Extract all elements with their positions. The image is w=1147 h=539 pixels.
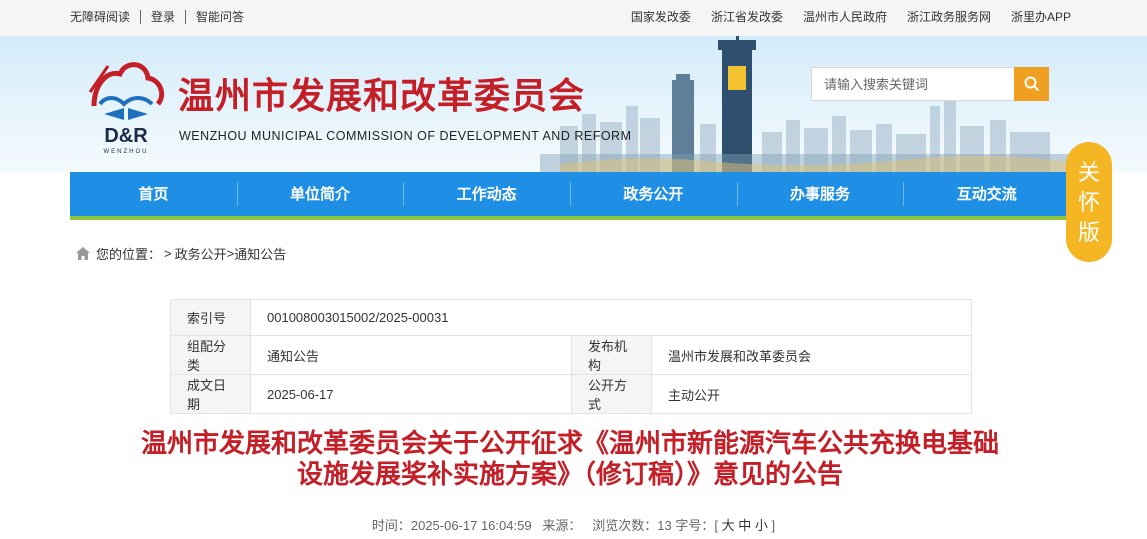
search-input[interactable] — [811, 67, 1014, 101]
font-size-small-button[interactable]: 小 — [755, 518, 768, 533]
breadcrumb-separator: > — [226, 246, 235, 261]
search-button[interactable] — [1014, 67, 1049, 101]
zj-gov-service-link[interactable]: 浙江政务服务网 — [907, 10, 991, 24]
top-bar: 无障碍阅读 登录 智能问答 国家发改委 浙江省发改委 温州市人民政府 浙江政务服… — [0, 0, 1147, 36]
site-header: D&R WENZHOU 温州市发展和改革委员会 WENZHOU MUNICIPA… — [0, 36, 1147, 172]
breadcrumb-separator: > — [164, 246, 172, 261]
site-subtitle: WENZHOU MUNICIPAL COMMISSION OF DEVELOPM… — [179, 129, 632, 143]
zhejiang-drc-link[interactable]: 浙江省发改委 — [711, 10, 783, 24]
font-size-medium-button[interactable]: 中 — [738, 518, 751, 533]
disclosure-mode-value: 主动公开 — [651, 374, 972, 414]
index-number-label: 索引号 — [170, 299, 251, 336]
care-mode-button[interactable]: 关 怀 版 — [1066, 142, 1112, 262]
table-row: 索引号 001008003015002/2025-00031 — [170, 299, 972, 336]
table-row: 组配分类 通知公告 发布机构 温州市发展和改革委员会 — [170, 335, 972, 375]
font-size-label: 字号： — [675, 518, 715, 533]
breadcrumb-item-notices[interactable]: 通知公告 — [234, 244, 286, 263]
nav-item-work-news[interactable]: 工作动态 — [403, 172, 570, 216]
article-title-line: 温州市发展和改革委员会关于公开征求《温州市新能源汽车公共充换电基础 — [140, 428, 999, 458]
publisher-value: 温州市发展和改革委员会 — [651, 335, 972, 375]
care-mode-char: 版 — [1077, 220, 1100, 245]
nav-item-interaction[interactable]: 互动交流 — [903, 172, 1070, 216]
source-label: 来源： — [542, 518, 582, 533]
nav-item-gov-disclosure[interactable]: 政务公开 — [570, 172, 737, 216]
category-label: 组配分类 — [170, 335, 251, 375]
font-size-large-button[interactable]: 大 — [722, 518, 735, 533]
views-label: 浏览次数： — [592, 518, 658, 533]
document-info-table: 索引号 001008003015002/2025-00031 组配分类 通知公告… — [170, 299, 972, 414]
table-row: 成文日期 2025-06-17 公开方式 主动公开 — [170, 374, 972, 414]
search-box — [811, 67, 1049, 101]
views-value: 13 — [657, 518, 672, 533]
date-label: 成文日期 — [170, 374, 251, 414]
article-title-line: 设施发展奖补实施方案》（修订稿）》意见的公告 — [296, 459, 843, 489]
index-number-value: 001008003015002/2025-00031 — [250, 299, 972, 336]
publisher-label: 发布机构 — [571, 335, 652, 375]
main-nav: 首页 单位简介 工作动态 政务公开 办事服务 互动交流 — [70, 172, 1070, 220]
care-mode-char: 关 — [1077, 160, 1100, 185]
ndrc-link[interactable]: 国家发改委 — [631, 10, 691, 24]
topbar-left-links: 无障碍阅读 登录 智能问答 — [70, 10, 254, 24]
zheliban-app-link[interactable]: 浙里办APP — [1011, 10, 1071, 24]
smart-qa-link[interactable]: 智能问答 — [185, 10, 254, 24]
breadcrumb-label: 您的位置： — [96, 247, 162, 262]
time-label: 时间： — [371, 518, 411, 533]
date-value: 2025-06-17 — [250, 374, 572, 414]
login-link[interactable]: 登录 — [140, 10, 185, 24]
care-mode-char: 怀 — [1077, 190, 1100, 215]
home-icon — [76, 247, 90, 260]
topbar-right-links: 国家发改委 浙江省发改委 温州市人民政府 浙江政务服务网 浙里办APP — [631, 10, 1071, 24]
breadcrumb-item-gov-disclosure[interactable]: 政务公开 — [175, 244, 227, 263]
wenzhou-gov-link[interactable]: 温州市人民政府 — [803, 10, 887, 24]
article-title: 温州市发展和改革委员会关于公开征求《温州市新能源汽车公共充换电基础 设施发展奖补… — [70, 428, 1070, 490]
nav-item-home[interactable]: 首页 — [70, 172, 237, 216]
logo-subtext: WENZHOU — [104, 149, 149, 155]
accessibility-link[interactable]: 无障碍阅读 — [70, 10, 140, 24]
disclosure-mode-label: 公开方式 — [571, 374, 652, 414]
nav-item-services[interactable]: 办事服务 — [736, 172, 904, 216]
site-title: 温州市发展和改革委员会 — [178, 76, 586, 116]
category-value: 通知公告 — [250, 335, 572, 375]
nav-item-about[interactable]: 单位简介 — [236, 172, 404, 216]
time-value: 2025-06-17 16:04:59 — [410, 518, 532, 533]
search-icon — [1024, 76, 1039, 92]
logo-text: D&R — [104, 125, 148, 147]
breadcrumb: 您的位置： > 政务公开 > 通知公告 — [76, 244, 286, 263]
article-meta: 时间：2025-06-17 16:04:59 来源： 浏览次数：13 字号：[ … — [371, 518, 776, 533]
dr-logo: D&R WENZHOU — [88, 62, 165, 155]
